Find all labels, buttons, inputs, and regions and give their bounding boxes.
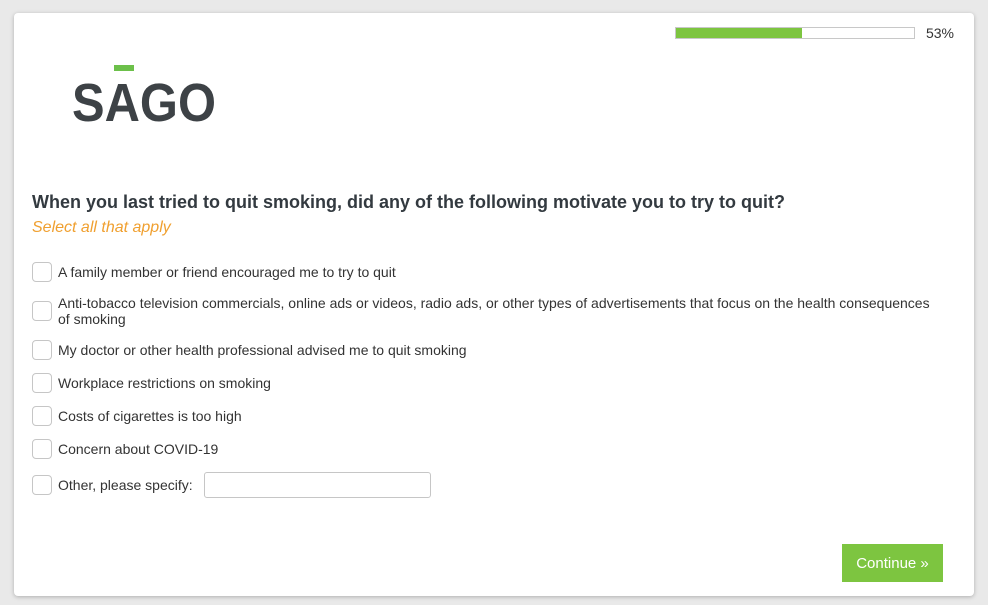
option-workplace-restrictions[interactable]: Workplace restrictions on smoking <box>32 373 932 393</box>
checkbox[interactable] <box>32 406 52 426</box>
checkbox[interactable] <box>32 439 52 459</box>
question-instruction: Select all that apply <box>32 219 171 236</box>
progress-percent: 53% <box>925 25 954 41</box>
option-family-friend[interactable]: A family member or friend encouraged me … <box>32 262 932 282</box>
option-label: My doctor or other health professional a… <box>58 342 467 358</box>
checkbox[interactable] <box>32 262 52 282</box>
progress-bar-fill <box>675 28 803 38</box>
sago-logo: SAGO <box>72 65 216 133</box>
option-label: Workplace restrictions on smoking <box>58 375 271 391</box>
option-label: Concern about COVID-19 <box>58 441 219 457</box>
checkbox[interactable] <box>32 475 52 495</box>
option-doctor-advice[interactable]: My doctor or other health professional a… <box>32 340 932 360</box>
option-cigarette-costs[interactable]: Costs of cigarettes is too high <box>32 406 932 426</box>
option-anti-tobacco-ads[interactable]: Anti-tobacco television commercials, onl… <box>32 295 932 327</box>
option-label: Other, please specify: <box>58 477 193 493</box>
option-label: Anti-tobacco television commercials, onl… <box>58 295 930 327</box>
option-other[interactable]: Other, please specify: <box>32 472 932 498</box>
option-label: A family member or friend encouraged me … <box>58 264 396 280</box>
progress-bar <box>674 27 915 39</box>
survey-card: 53% SAGO When you last tried to quit smo… <box>14 13 974 596</box>
continue-button[interactable]: Continue » <box>842 544 943 582</box>
svg-text:SAGO: SAGO <box>72 73 216 133</box>
checkbox[interactable] <box>32 301 52 321</box>
question-title: When you last tried to quit smoking, did… <box>32 192 785 212</box>
progress-indicator: 53% <box>674 25 954 41</box>
option-label: Costs of cigarettes is too high <box>58 408 242 424</box>
options-list: A family member or friend encouraged me … <box>32 262 932 511</box>
checkbox[interactable] <box>32 373 52 393</box>
other-specify-input[interactable] <box>203 472 431 498</box>
option-covid-concern[interactable]: Concern about COVID-19 <box>32 439 932 459</box>
checkbox[interactable] <box>32 340 52 360</box>
